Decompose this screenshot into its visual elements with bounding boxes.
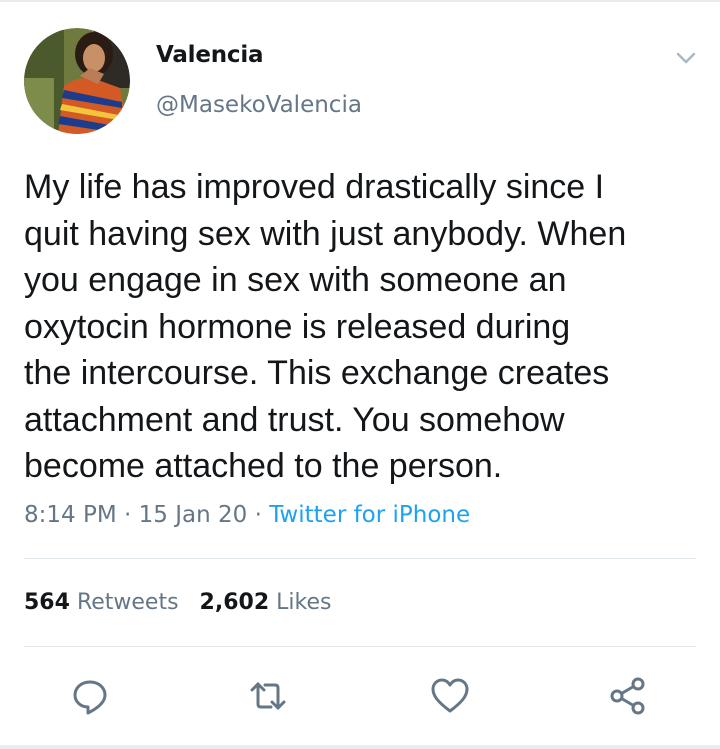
source-link[interactable]: Twitter for iPhone	[269, 502, 470, 528]
username-handle[interactable]: @MasekoValencia	[156, 92, 362, 118]
tweet-metadata: 8:14 PM · 15 Jan 20 · Twitter for iPhone	[24, 502, 470, 528]
likes-count: 2,602	[199, 590, 270, 615]
likes-label: Likes	[276, 590, 332, 615]
avatar[interactable]	[24, 28, 130, 134]
retweets-stat[interactable]: 564 Retweets	[24, 590, 179, 615]
likes-stat[interactable]: 2,602 Likes	[200, 590, 332, 615]
engagement-stats: 564 Retweets 2,602 Likes	[24, 590, 331, 615]
separator: ·	[254, 502, 262, 528]
tweet-text-line: you engage in sex with someone an	[24, 261, 567, 299]
share-icon[interactable]	[606, 674, 650, 718]
divider	[24, 646, 696, 647]
tweet-text: My life has improved drastically since I…	[24, 164, 704, 490]
reply-icon[interactable]	[68, 674, 112, 718]
tweet-text-line: attachment and trust. You somehow	[24, 400, 565, 439]
chevron-down-icon[interactable]	[672, 44, 700, 72]
tweet-text-line: quit having sex with just anybody. When	[24, 214, 627, 253]
tweet-text-line: My life has improved drastically since I	[24, 168, 605, 206]
top-divider	[0, 0, 720, 2]
bottom-divider	[0, 745, 720, 749]
tweet-text-line: the intercourse. This exchange creates	[24, 354, 610, 392]
like-icon[interactable]	[428, 674, 472, 718]
tweet-text-line: become attached to the person.	[24, 447, 503, 485]
avatar-image	[24, 28, 130, 134]
separator: ·	[124, 502, 132, 528]
display-name[interactable]: Valencia	[156, 42, 264, 68]
tweet-text-line: oxytocin hormone is released during	[24, 307, 571, 346]
retweets-count: 564	[24, 590, 70, 615]
retweets-label: Retweets	[76, 590, 179, 615]
divider	[24, 558, 696, 559]
tweet-time: 8:14 PM	[24, 502, 117, 528]
tweet-date: 15 Jan 20	[138, 502, 248, 528]
retweet-icon[interactable]	[246, 674, 290, 718]
